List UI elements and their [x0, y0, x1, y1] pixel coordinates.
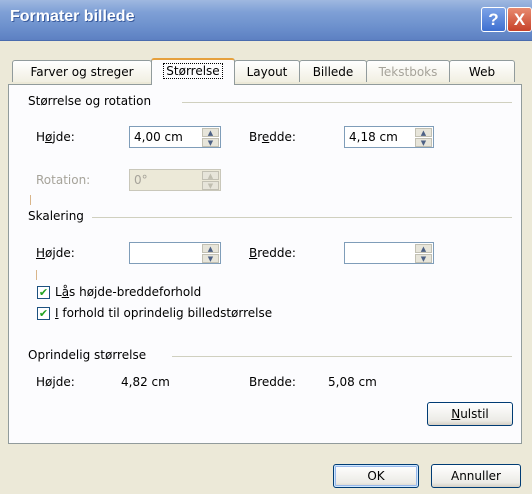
tab-label: Billede: [312, 65, 354, 79]
tab-label: Størrelse: [163, 63, 223, 79]
spin-up-icon[interactable]: ▲: [415, 128, 432, 137]
divider: [172, 356, 512, 357]
spin-down-icon[interactable]: ▼: [415, 138, 432, 147]
width-spinner[interactable]: 4,18 cm ▲ ▼: [344, 126, 434, 148]
tab-label: Tekstboks: [378, 65, 438, 79]
tab-colors-lines[interactable]: Farver og streger: [12, 60, 152, 82]
scale-height-spinner[interactable]: ▲ ▼: [129, 242, 221, 264]
reset-button[interactable]: Nulstil: [427, 402, 513, 426]
lock-aspect-label[interactable]: Lås højde-breddeforhold: [55, 285, 201, 299]
scaling-heading: Skalering: [28, 209, 84, 223]
scale-width-label: Bredde:: [249, 246, 296, 260]
scale-height-label: Højde:: [36, 246, 75, 260]
spin-down-icon[interactable]: ▼: [415, 254, 432, 263]
width-label: Bredde:: [249, 130, 296, 144]
tab-label: Farver og streger: [30, 65, 134, 79]
rotation-spinner: 0° ▲ ▼: [129, 169, 221, 191]
scale-width-spinner[interactable]: ▲ ▼: [344, 242, 434, 264]
divider: [92, 217, 512, 218]
spin-down-icon[interactable]: ▼: [202, 138, 219, 147]
spin-up-icon[interactable]: ▲: [202, 128, 219, 137]
relative-original-label[interactable]: I forhold til oprindelig billedstørrelse: [55, 306, 272, 320]
lock-aspect-checkbox[interactable]: ✔: [37, 286, 50, 299]
divider: [182, 102, 512, 103]
spin-up-icon[interactable]: ▲: [202, 244, 219, 253]
tab-size[interactable]: Størrelse: [151, 58, 235, 85]
help-icon[interactable]: ?: [481, 7, 506, 32]
resize-grip: [30, 195, 31, 205]
tab-picture[interactable]: Billede: [299, 60, 367, 82]
format-picture-dialog: Formater billede ? X Farver og streger S…: [0, 0, 532, 494]
tab-layout[interactable]: Layout: [234, 60, 300, 82]
height-spinner[interactable]: 4,00 cm ▲ ▼: [129, 126, 221, 148]
rotation-label: Rotation:: [36, 173, 91, 187]
spin-up-icon[interactable]: ▲: [415, 244, 432, 253]
ok-button[interactable]: OK: [333, 464, 419, 488]
original-width-value: 5,08 cm: [328, 375, 377, 389]
cancel-button[interactable]: Annuller: [431, 464, 521, 488]
original-height-value: 4,82 cm: [121, 375, 170, 389]
spin-down-icon[interactable]: ▼: [202, 254, 219, 263]
original-width-label: Bredde:: [249, 375, 296, 389]
relative-original-checkbox[interactable]: ✔: [37, 307, 50, 320]
original-height-label: Højde:: [36, 375, 75, 389]
close-icon[interactable]: X: [507, 7, 532, 32]
tab-web[interactable]: Web: [449, 60, 515, 82]
original-size-heading: Oprindelig størrelse: [28, 348, 147, 362]
spin-down-icon: ▼: [202, 181, 219, 190]
title-bar[interactable]: Formater billede ? X: [0, 0, 532, 41]
rotation-value: 0°: [134, 173, 148, 187]
size-rotation-heading: Størrelse og rotation: [28, 94, 152, 108]
tab-label: Layout: [246, 65, 288, 79]
resize-grip: [36, 270, 37, 280]
spin-up-icon: ▲: [202, 171, 219, 180]
height-value: 4,00 cm: [134, 130, 183, 144]
width-value: 4,18 cm: [349, 130, 398, 144]
tab-label: Web: [468, 65, 496, 79]
window-title: Formater billede: [10, 8, 135, 25]
tab-textbox: Tekstboks: [366, 60, 450, 82]
height-label: Højde:: [36, 130, 75, 144]
